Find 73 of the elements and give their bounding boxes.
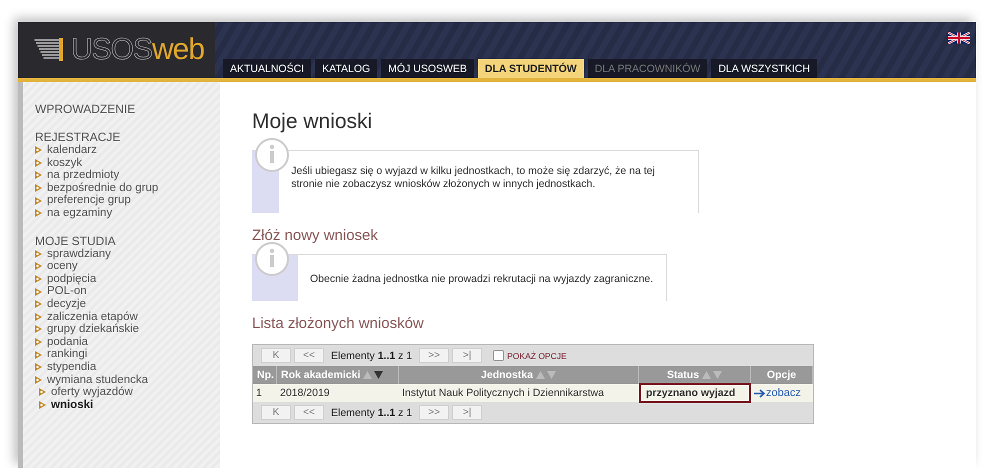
sidebar-link[interactable]: wnioski [39, 398, 220, 412]
bullet-icon [35, 312, 42, 321]
logo[interactable]: USOSweb [18, 22, 215, 78]
bullet-icon [35, 158, 42, 167]
sidebar-link[interactable]: preferencje grup [35, 194, 220, 207]
section-heading: Lista złożonych wniosków [252, 315, 425, 332]
page-title: Moje wnioski [252, 110, 374, 134]
bullet-icon [35, 338, 42, 346]
sidebar-link[interactable]: na przedmioty [35, 169, 220, 182]
bullet-icon [35, 146, 42, 154]
nav-tab[interactable]: AKTUALNOŚCI [223, 59, 312, 78]
sidebar-heading[interactable]: REJESTRACJE [35, 130, 220, 144]
sidebar-link[interactable]: grupy dziekańskie [35, 323, 220, 336]
sort-icon[interactable] [363, 371, 384, 379]
nav-tab[interactable]: KATALOG [315, 59, 378, 78]
sidebar-link[interactable]: podania [35, 336, 220, 348]
sidebar-heading[interactable]: MOJE STUDIA [35, 234, 220, 248]
bullet-icon [39, 400, 46, 409]
nav-tab[interactable]: DLA STUDENTÓW [478, 59, 584, 78]
sidebar-link[interactable]: decyzje [35, 298, 220, 311]
sidebar-link[interactable]: kalendarz [35, 144, 220, 157]
sidebar-link[interactable]: rankingi [35, 348, 220, 361]
nav-tab[interactable]: MÓJ USOSWEB [381, 59, 474, 78]
pager-button[interactable]: << [294, 405, 324, 420]
bullet-icon [35, 350, 42, 359]
bullet-icon [35, 288, 42, 296]
pager-button[interactable]: >> [419, 405, 450, 420]
bullet-icon [35, 171, 42, 180]
sidebar-link[interactable]: na egzaminy [35, 206, 220, 220]
pager-button[interactable]: >| [452, 348, 482, 363]
bullet-icon [35, 184, 42, 192]
section-heading: Złóż nowy wniosek [252, 227, 379, 244]
pager-info: Elementy 1..1 z 1 [331, 350, 412, 362]
status-cell: przyznano wyjazd [639, 383, 751, 403]
sidebar-link[interactable]: stypendia [35, 360, 220, 374]
table-cell: Instytut Nauk Politycznych i Dziennikarstwa [399, 384, 639, 402]
sidebar-link[interactable]: wymiana studencka [35, 374, 220, 386]
show-options-label[interactable]: POKAŻ OPCJE [507, 350, 567, 360]
sidebar-link[interactable]: oceny [35, 260, 220, 273]
table-cell: 2018/2019 [277, 384, 399, 402]
sidebar-link[interactable]: zaliczenia etapów [35, 310, 220, 324]
pager-info: Elementy 1..1 z 1 [331, 406, 412, 418]
bullet-icon [35, 209, 42, 218]
pager-button[interactable]: >| [452, 405, 482, 420]
sidebar-heading[interactable]: WPROWADZENIE [35, 102, 220, 116]
bullet-icon [35, 196, 42, 205]
flag-icon[interactable] [948, 32, 970, 44]
arrow-icon [754, 388, 766, 398]
nav-tab[interactable]: DLA WSZYSTKICH [711, 59, 817, 78]
notice-text: Jeśli ubiegasz się o wyjazd w kilku jednostkach, to może się zdarzyć, że na tej stronie nie zobaczysz wniosków złożonych w innych jednostkach. [290, 164, 656, 192]
sidebar-link[interactable]: oferty wyjazdów [39, 386, 220, 399]
bullet-icon [35, 325, 42, 334]
sidebar-link[interactable]: sprawdziany [35, 248, 220, 260]
pager-button[interactable]: K [261, 405, 291, 420]
sidebar-link[interactable]: koszyk [35, 156, 220, 170]
bullet-icon [35, 376, 42, 384]
logo-text: USOSweb [70, 33, 204, 67]
sidebar-link[interactable]: bezpośrednie do grup [35, 182, 220, 194]
info-icon [254, 137, 290, 173]
pager-button[interactable]: >> [419, 348, 450, 363]
bullet-icon [35, 300, 42, 308]
pager-button[interactable]: K [261, 348, 291, 363]
notice-text: Obecnie żadna jednostka nie prowadzi rekrutacji na wyjazdy zagraniczne. [309, 272, 654, 287]
bullet-icon [35, 275, 42, 284]
bullet-icon [35, 363, 42, 372]
show-options-checkbox[interactable] [493, 350, 504, 361]
table-cell: 1 [253, 384, 277, 402]
pager-button[interactable]: << [294, 348, 324, 363]
bullet-icon [39, 388, 46, 396]
bullet-icon [35, 262, 42, 270]
bullet-icon [35, 250, 42, 258]
sidebar-link[interactable]: POL-on [35, 285, 220, 298]
sidebar-link[interactable]: podpięcia [35, 272, 220, 286]
